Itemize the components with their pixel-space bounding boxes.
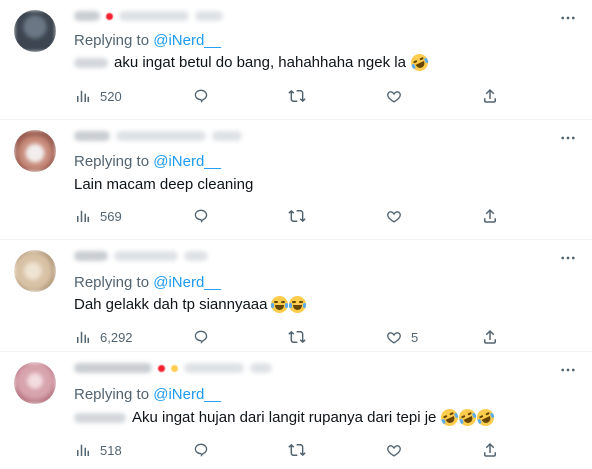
heart-icon [387, 445, 401, 457]
mention-link[interactable]: @iNerd__ [153, 274, 221, 291]
retweet-button[interactable] [288, 86, 314, 106]
reply-bubble-icon [194, 89, 208, 103]
views-button[interactable]: 569 [74, 206, 122, 226]
reply-button[interactable] [192, 440, 218, 460]
like-button[interactable] [385, 86, 411, 106]
tweet-author-header[interactable] [74, 358, 272, 378]
action-bar: 569 [74, 206, 504, 226]
like-count: 5 [411, 329, 419, 345]
like-button[interactable] [385, 440, 411, 460]
rofl-emoji-icon [408, 51, 431, 74]
avatar[interactable] [14, 362, 56, 404]
joy-emoji-icon [289, 296, 307, 313]
reply-tweet[interactable]: Replying to @iNerd__ Dah gelakk dah tp s… [0, 240, 592, 352]
bar-chart-icon [77, 210, 89, 222]
share-button[interactable] [481, 327, 499, 347]
action-bar: 518 [74, 440, 504, 460]
views-count: 518 [100, 442, 122, 458]
replying-to-line: Replying to @iNerd__ [74, 32, 221, 49]
retweet-button[interactable] [288, 440, 314, 460]
bar-chart-icon [77, 90, 89, 102]
views-button[interactable]: 520 [74, 86, 122, 106]
replying-to-label: Replying to [74, 32, 150, 49]
share-icon [484, 88, 496, 103]
heart-icon [387, 91, 401, 103]
views-count: 520 [100, 88, 122, 104]
replying-to-label: Replying to [74, 153, 150, 170]
reply-tweet[interactable]: Replying to @iNerd__ Lain macam deep cle… [0, 120, 592, 240]
views-count: 6,292 [100, 329, 133, 345]
tweet-text-content: Lain macam deep cleaning [74, 176, 254, 193]
share-button[interactable] [481, 206, 499, 226]
retweet-icon [288, 330, 306, 344]
retweet-button[interactable] [288, 327, 314, 347]
rofl-emoji-icon [474, 406, 498, 429]
heart-icon [387, 211, 401, 223]
joy-emoji-icon [271, 296, 289, 313]
heart-icon [387, 332, 401, 344]
reply-bubble-icon [194, 209, 208, 223]
retweet-button[interactable] [288, 206, 314, 226]
views-button[interactable]: 6,292 [74, 327, 133, 347]
reply-button[interactable] [192, 206, 218, 226]
share-icon [484, 208, 496, 223]
avatar[interactable] [14, 130, 56, 172]
like-button[interactable]: 5 [385, 327, 418, 347]
reply-tweet[interactable]: Replying to @iNerd__ Aku ingat hujan dar… [0, 352, 592, 469]
more-icon[interactable] [558, 8, 578, 28]
replying-to-line: Replying to @iNerd__ [74, 153, 221, 170]
replying-to-label: Replying to [74, 274, 150, 291]
tweet-author-header[interactable] [74, 6, 223, 26]
like-button[interactable] [385, 206, 411, 226]
tweet-text-content: Aku ingat hujan dari langit rupanya dari… [132, 409, 437, 426]
mention-link[interactable]: @iNerd__ [153, 386, 221, 403]
reply-bubble-icon [194, 330, 208, 344]
tweet-text: Dah gelakk dah tp siannyaaa [74, 296, 307, 313]
more-icon[interactable] [558, 360, 578, 380]
tweet-author-header[interactable] [74, 126, 242, 146]
tweet-text-content: Dah gelakk dah tp siannyaaa [74, 296, 268, 313]
tweet-text: aku ingat betul do bang, hahahhaha ngek … [74, 51, 431, 74]
tweet-text-content: aku ingat betul do bang, hahahhaha ngek … [114, 54, 406, 71]
retweet-icon [288, 443, 306, 457]
bar-chart-icon [77, 331, 89, 343]
reply-button[interactable] [192, 327, 218, 347]
tweet-text: Aku ingat hujan dari langit rupanya dari… [74, 406, 498, 429]
mention-link[interactable]: @iNerd__ [153, 32, 221, 49]
share-icon [484, 329, 496, 344]
retweet-icon [288, 89, 306, 103]
reply-bubble-icon [194, 443, 208, 457]
replying-to-line: Replying to @iNerd__ [74, 386, 221, 403]
bar-chart-icon [77, 444, 89, 456]
replying-to-line: Replying to @iNerd__ [74, 274, 221, 291]
mention-link[interactable]: @iNerd__ [153, 153, 221, 170]
tweet-text: Lain macam deep cleaning [74, 176, 253, 193]
more-icon[interactable] [558, 128, 578, 148]
avatar[interactable] [14, 250, 56, 292]
share-icon [484, 442, 496, 457]
action-bar: 6,292 5 [74, 327, 504, 347]
more-icon[interactable] [558, 248, 578, 268]
views-button[interactable]: 518 [74, 440, 122, 460]
action-bar: 520 [74, 86, 504, 106]
avatar[interactable] [14, 10, 56, 52]
reply-tweet[interactable]: Replying to @iNerd__ aku ingat betul do … [0, 0, 592, 120]
views-count: 569 [100, 208, 122, 224]
tweet-author-header[interactable] [74, 246, 208, 266]
share-button[interactable] [481, 86, 499, 106]
retweet-icon [288, 209, 306, 223]
reply-button[interactable] [192, 86, 218, 106]
share-button[interactable] [481, 440, 499, 460]
replying-to-label: Replying to [74, 386, 150, 403]
